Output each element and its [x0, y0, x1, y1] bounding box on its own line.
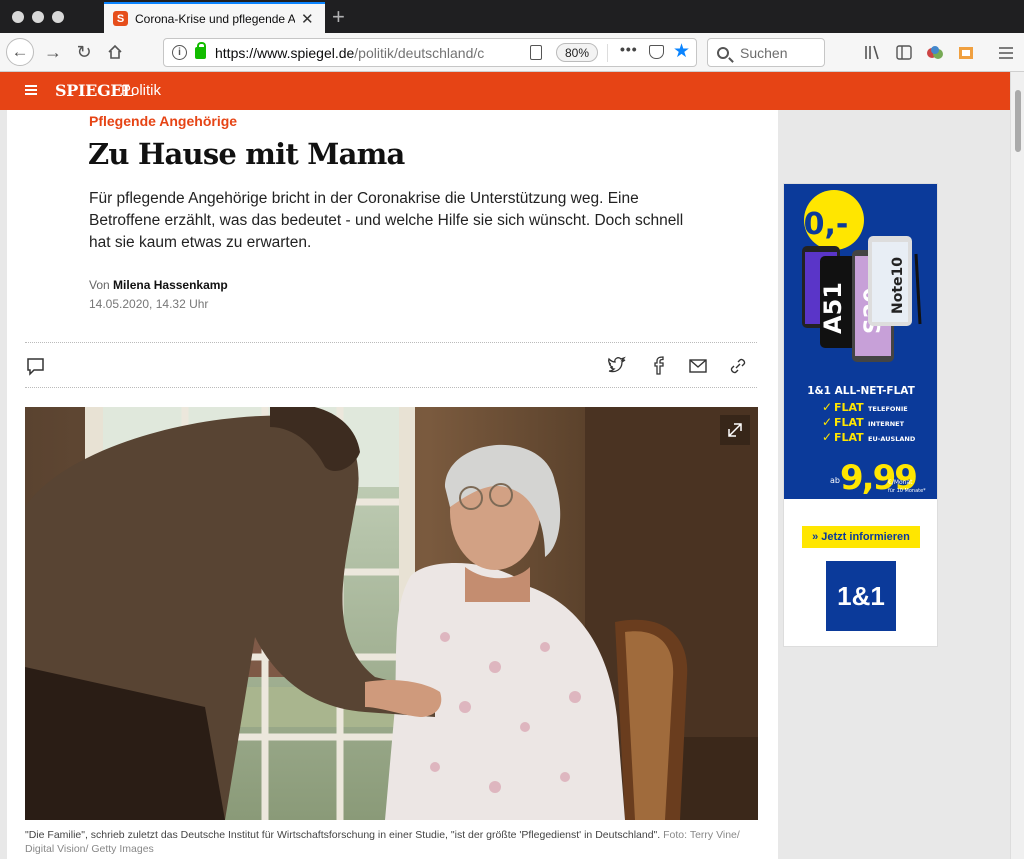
ad-phones-panel: einmalig 0,- A51 S20 Note10 — [784, 184, 937, 379]
tab-title: Corona-Krise und pflegende An — [135, 11, 295, 26]
ad-feature-flat-2: FLAT — [834, 416, 864, 429]
window-maximize-button[interactable] — [52, 11, 64, 23]
window-minimize-button[interactable] — [32, 11, 44, 23]
zoom-indicator[interactable]: 80% — [556, 43, 599, 62]
ad-brand-logo[interactable]: 1&1 — [826, 561, 896, 631]
facebook-icon[interactable] — [649, 356, 669, 376]
comment-icon[interactable] — [26, 356, 46, 376]
hamburger-menu-icon[interactable] — [25, 85, 37, 95]
spiegel-favicon-icon: S — [113, 11, 128, 26]
photo-caption: "Die Familie", schrieb zuletzt das Deuts… — [25, 828, 765, 856]
browser-nav-bar: ← → ↻ i https://www.spiegel.de/politik/d… — [0, 33, 1024, 72]
article-headline: Zu Hause mit Mama — [88, 137, 405, 171]
ad-cta-label: » Jetzt informieren — [812, 531, 910, 543]
extension-icon[interactable] — [926, 45, 943, 60]
twitter-icon[interactable] — [607, 356, 627, 376]
divider — [25, 387, 757, 388]
ad-feature-text-1: TELEFONIE — [868, 405, 908, 413]
ad-price-prefix: ab — [830, 476, 840, 485]
ad-feature-flat-1: FLAT — [834, 401, 864, 414]
page-scrollbar[interactable] — [1010, 72, 1024, 859]
advertisement[interactable]: einmalig 0,- A51 S20 Note10 — [783, 183, 938, 647]
publish-date: 14.05.2020, 14.32 Uhr — [89, 297, 209, 311]
copy-link-icon[interactable] — [728, 356, 748, 376]
ad-plan-title: 1&1 ALL-NET-FLAT — [807, 385, 915, 397]
back-arrow-icon[interactable]: ← — [6, 38, 34, 66]
reader-view-icon[interactable] — [530, 45, 542, 60]
email-icon[interactable] — [688, 356, 708, 376]
ad-cta-button[interactable]: » Jetzt informieren — [802, 526, 920, 548]
address-bar[interactable]: i https://www.spiegel.de/politik/deutsch… — [163, 38, 697, 67]
home-icon[interactable] — [104, 39, 126, 65]
svg-text:✓: ✓ — [822, 415, 832, 429]
ad-price-unit: €/Monat — [888, 479, 913, 486]
sidebar-icon[interactable] — [896, 45, 912, 60]
ad-brand-label: 1&1 — [837, 580, 885, 611]
reload-icon[interactable]: ↻ — [73, 39, 95, 65]
url-host: https://www.spiegel.de — [215, 44, 355, 61]
search-box[interactable]: Suchen — [707, 38, 825, 67]
article-photo[interactable] — [25, 407, 758, 820]
bookmark-star-icon[interactable]: ★ — [673, 40, 690, 63]
secure-lock-icon[interactable] — [195, 41, 206, 59]
scrollbar-thumb[interactable] — [1015, 90, 1021, 152]
ad-phone-note10: Note10 — [890, 257, 906, 314]
article-lead: Für pflegende Angehörige bricht in der C… — [89, 190, 684, 251]
site-header: SPIEGEL Politik — [0, 72, 1010, 110]
svg-text:✓: ✓ — [822, 430, 832, 444]
byline-prefix: Von — [89, 278, 110, 292]
window-close-button[interactable] — [12, 11, 24, 23]
article-kicker: Pflegende Angehörige — [89, 113, 238, 129]
ad-price-note: für 10 Monate* — [888, 488, 926, 494]
ad-phone-a51: A51 — [819, 282, 847, 334]
url-path: /politik/deutschland/c — [354, 44, 485, 61]
addon-icon[interactable] — [958, 45, 974, 60]
url-separator — [607, 44, 608, 62]
library-icon[interactable] — [864, 45, 880, 60]
browser-tab-active[interactable]: S Corona-Krise und pflegende An ✕ — [104, 2, 325, 33]
ad-feature-flat-3: FLAT — [834, 431, 864, 444]
search-icon — [717, 46, 729, 59]
author-link[interactable]: Milena Hassenkamp — [113, 278, 228, 292]
forward-arrow-icon[interactable]: → — [42, 39, 64, 65]
menu-icon[interactable] — [998, 45, 1014, 60]
new-tab-plus-icon[interactable]: + — [332, 4, 345, 30]
article: Pflegende Angehörige Zu Hause mit Mama F… — [7, 110, 778, 859]
expand-image-icon[interactable] — [720, 415, 750, 445]
byline: Von Milena Hassenkamp — [89, 278, 228, 292]
browser-tab-bar: S Corona-Krise und pflegende An ✕ + — [0, 0, 1024, 33]
url-text[interactable]: https://www.spiegel.de/politik/deutschla… — [215, 45, 495, 61]
pocket-icon[interactable] — [649, 45, 664, 59]
ad-feature-text-3: EU-AUSLAND — [868, 435, 916, 443]
caption-text: "Die Familie", schrieb zuletzt das Deuts… — [25, 829, 661, 841]
svg-text:✓: ✓ — [822, 400, 832, 414]
photo-credit-label: Foto: — [663, 829, 688, 841]
ad-price-badge: 0,- — [804, 207, 849, 242]
page-content: Pflegende Angehörige Zu Hause mit Mama F… — [0, 110, 1010, 859]
section-label[interactable]: Politik — [121, 82, 161, 99]
ad-plan-panel: 1&1 ALL-NET-FLAT FLAT TELEFONIE FLAT INT… — [784, 379, 937, 499]
ad-feature-text-2: INTERNET — [868, 420, 905, 428]
info-icon[interactable]: i — [172, 45, 187, 60]
tab-close-icon[interactable]: ✕ — [301, 10, 314, 28]
divider — [25, 342, 757, 343]
page-actions-icon[interactable]: ••• — [620, 41, 638, 57]
search-placeholder: Suchen — [740, 44, 788, 61]
